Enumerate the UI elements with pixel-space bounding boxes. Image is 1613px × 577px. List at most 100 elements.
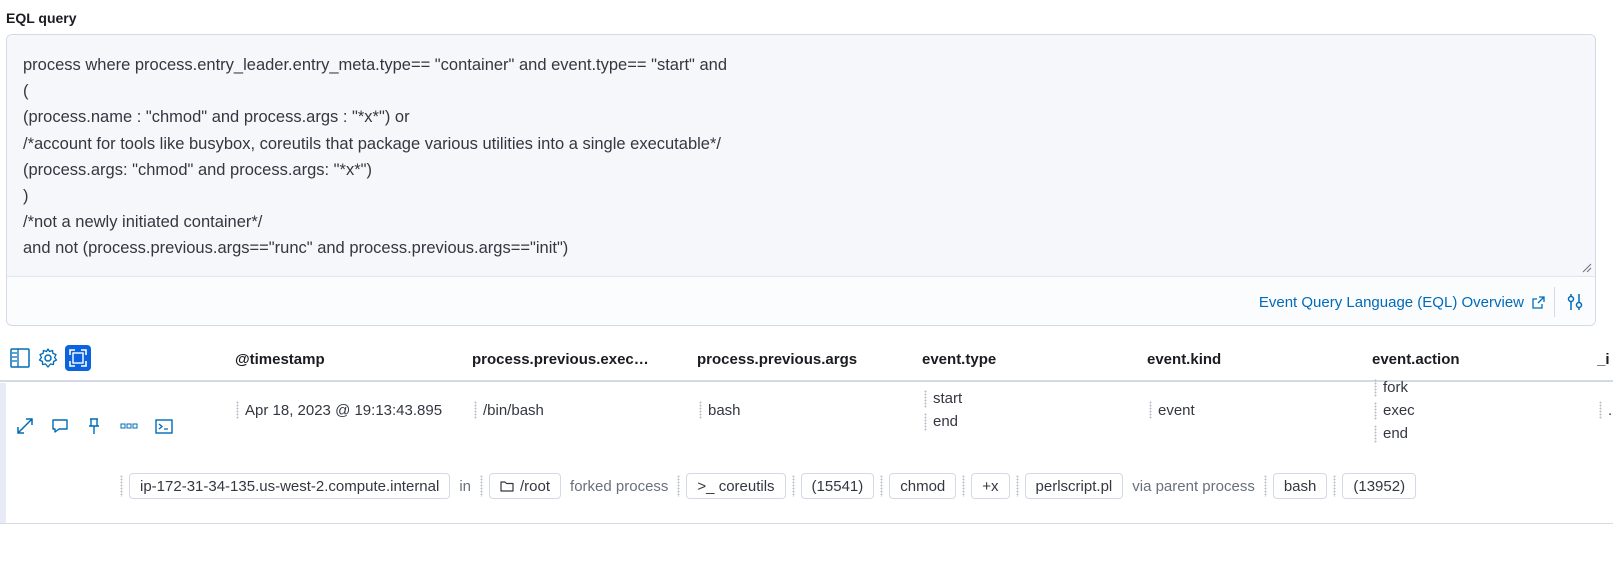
parent-process-pid: (13952) [1353, 477, 1406, 495]
external-link-icon [1532, 296, 1545, 309]
process-name-badge[interactable]: >_ coreutils [686, 473, 786, 499]
cell-event-action[interactable]: fork exec end [1374, 376, 1415, 445]
drag-handle-icon[interactable] [699, 401, 702, 419]
resize-handle-icon[interactable] [1582, 263, 1592, 273]
fullscreen-button[interactable] [65, 345, 91, 371]
gear-icon [38, 348, 58, 368]
column-header-event-action[interactable]: event.action [1372, 351, 1460, 368]
session-view-button[interactable] [153, 415, 175, 437]
arg-badge[interactable]: chmod [889, 473, 957, 499]
comment-icon [52, 419, 68, 433]
event-action-value: exec [1383, 402, 1415, 419]
list-item[interactable]: start [924, 387, 962, 410]
drag-handle-icon[interactable] [924, 412, 927, 431]
drag-handle-icon[interactable] [236, 401, 239, 419]
directory-badge[interactable]: /root [489, 473, 562, 499]
eql-query-label: EQL query [6, 10, 77, 26]
process-name: >_ coreutils [697, 477, 775, 495]
query-line: (process.args: "chmod" and process.args:… [23, 160, 372, 179]
event-action-value: end [1383, 425, 1409, 442]
drag-handle-icon[interactable] [1374, 401, 1377, 420]
drag-handle-icon[interactable] [1374, 424, 1377, 443]
drag-handle-icon[interactable] [120, 475, 123, 497]
ellipsis-icon [120, 423, 138, 429]
event-type-value: end [933, 413, 959, 430]
cell-event-type[interactable]: start end [924, 387, 962, 433]
row-indicator [0, 383, 6, 523]
column-toggle-button[interactable] [7, 345, 33, 371]
process-renderer: ip-172-31-34-135.us-west-2.compute.inter… [120, 473, 1417, 499]
query-line: ( [23, 82, 29, 101]
eql-query-editor[interactable]: process where process.entry_leader.entry… [7, 35, 1595, 277]
drag-handle-icon[interactable] [1149, 401, 1152, 419]
arg-value: perlscript.pl [1035, 477, 1113, 495]
columns-icon [10, 348, 30, 368]
pin-icon [89, 418, 99, 434]
drag-handle-icon[interactable] [1599, 401, 1602, 419]
add-note-button[interactable] [49, 415, 71, 437]
process-pid: (15541) [811, 477, 864, 495]
arg-value: chmod [900, 477, 946, 495]
drag-handle-icon[interactable] [1374, 378, 1377, 397]
column-header-previous-exec[interactable]: process.previous.exec… [472, 351, 652, 368]
host-name: ip-172-31-34-135.us-west-2.compute.inter… [140, 477, 440, 495]
in-text: in [459, 477, 472, 495]
host-badge[interactable]: ip-172-31-34-135.us-west-2.compute.inter… [129, 473, 451, 499]
eql-overview-link-label: Event Query Language (EQL) Overview [1258, 294, 1524, 311]
column-header-event-kind[interactable]: event.kind [1147, 351, 1221, 368]
event-type-value: start [933, 390, 963, 407]
drag-handle-icon[interactable] [1263, 475, 1267, 497]
parent-process-name: bash [1283, 477, 1317, 495]
expand-icon [17, 418, 33, 434]
more-actions-button[interactable] [118, 415, 140, 437]
query-line: ) [23, 186, 29, 205]
list-item[interactable]: exec [1374, 399, 1415, 422]
table-row: Apr 18, 2023 @ 19:13:43.895 /bin/bash ba… [0, 378, 1613, 524]
drag-handle-icon[interactable] [474, 401, 477, 419]
column-header-previous-args[interactable]: process.previous.args [697, 351, 857, 368]
arg-badge[interactable]: +x [971, 473, 1010, 499]
list-item[interactable]: fork [1374, 376, 1415, 399]
drag-handle-icon[interactable] [791, 475, 795, 497]
column-header-event-type[interactable]: event.type [922, 351, 996, 368]
editor-footer: Event Query Language (EQL) Overview [7, 277, 1595, 325]
column-header-timestamp[interactable]: @timestamp [235, 351, 325, 368]
drag-handle-icon[interactable] [480, 475, 484, 497]
settings-sliders-icon[interactable] [1565, 292, 1585, 312]
pin-event-button[interactable] [83, 415, 105, 437]
drag-handle-icon[interactable] [924, 389, 927, 408]
cell-previous-args[interactable]: bash [699, 401, 741, 419]
previous-args-value: bash [708, 401, 741, 419]
event-action-value: fork [1383, 379, 1409, 396]
via-parent-text: via parent process [1132, 477, 1255, 495]
parent-process-badge[interactable]: bash [1272, 473, 1328, 499]
parent-pid-badge[interactable]: (13952) [1342, 473, 1417, 499]
eql-overview-link[interactable]: Event Query Language (EQL) Overview [1259, 294, 1545, 311]
directory-path: /root [520, 477, 551, 495]
timestamp-value: Apr 18, 2023 @ 19:13:43.895 [245, 401, 443, 419]
column-header-truncated[interactable]: _i [1597, 351, 1613, 368]
query-line: /*account for tools like busybox, coreut… [23, 134, 721, 153]
event-kind-value: event [1158, 401, 1195, 419]
list-item[interactable]: end [1374, 422, 1415, 445]
expand-event-button[interactable] [14, 415, 36, 437]
list-item[interactable]: end [924, 410, 962, 433]
arg-badge[interactable]: perlscript.pl [1024, 473, 1124, 499]
cell-timestamp[interactable]: Apr 18, 2023 @ 19:13:43.895 [236, 401, 442, 419]
cell-event-kind[interactable]: event [1149, 401, 1195, 419]
fullscreen-icon [69, 349, 87, 367]
footer-divider [1554, 287, 1555, 317]
drag-handle-icon[interactable] [880, 475, 884, 497]
eql-query-panel: process where process.entry_leader.entry… [6, 34, 1596, 326]
drag-handle-icon[interactable] [1015, 475, 1019, 497]
query-line: /*not a newly initiated container*/ [23, 213, 263, 232]
pid-badge[interactable]: (15541) [800, 473, 875, 499]
drag-handle-icon[interactable] [677, 475, 681, 497]
query-line: (process.name : "chmod" and process.args… [23, 108, 410, 127]
drag-handle-icon[interactable] [1333, 475, 1337, 497]
drag-handle-icon[interactable] [962, 475, 966, 497]
cell-truncated[interactable]: . [1599, 401, 1612, 419]
cell-previous-exec[interactable]: /bin/bash [474, 401, 544, 419]
truncated-value: . [1608, 401, 1613, 419]
settings-button[interactable] [35, 345, 61, 371]
